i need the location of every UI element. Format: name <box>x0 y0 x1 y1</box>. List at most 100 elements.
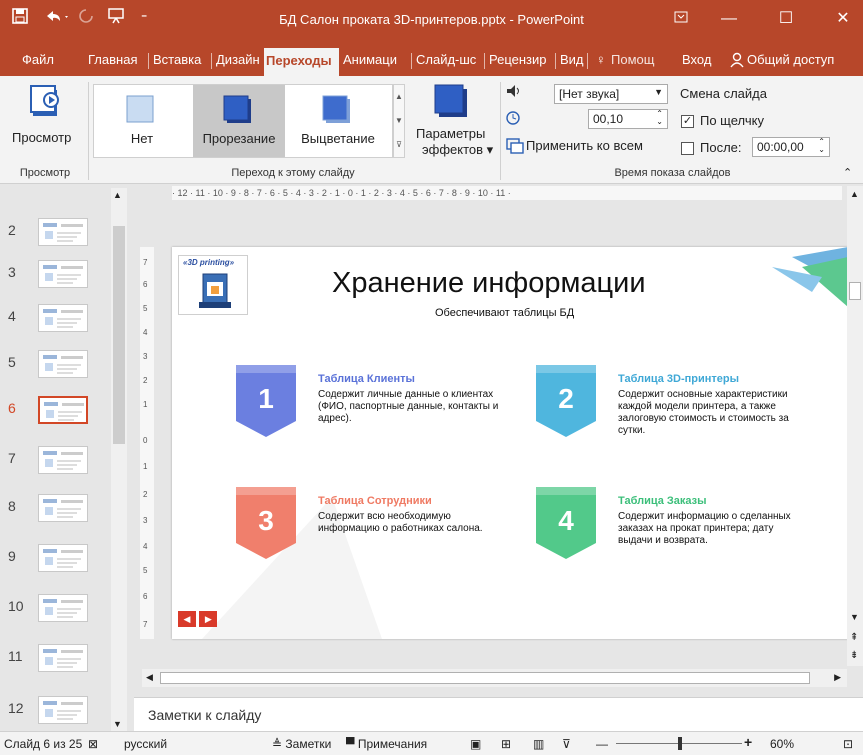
thumbnail-number: 9 <box>8 548 16 564</box>
tab-tell-me[interactable]: Помощ <box>609 49 656 71</box>
transition-fade[interactable]: Выцветание <box>292 85 384 157</box>
effect-options-button[interactable]: Параметры эффектов ▾ <box>412 80 496 166</box>
scroll-right-icon[interactable]: ▶ <box>834 672 841 683</box>
maximize-icon[interactable]: ☐ <box>766 6 806 32</box>
editor-scrollbar[interactable]: ▲ ▼ ⇞ ⇟ <box>847 186 863 666</box>
tab-home[interactable]: Главная <box>86 49 139 71</box>
notes-pane[interactable]: Заметки к слайду <box>134 697 863 731</box>
next-slide-arrow-icon[interactable]: ⇟ <box>850 650 858 661</box>
svg-text:7: 7 <box>143 258 148 267</box>
sound-select[interactable]: [Нет звука] ▼ <box>554 84 668 104</box>
tab-view[interactable]: Вид <box>558 49 586 71</box>
gallery-up-icon[interactable]: ▲ <box>394 85 404 109</box>
tab-transitions[interactable]: Переходы <box>264 48 339 76</box>
scrollbar-thumb[interactable] <box>160 672 810 684</box>
effect-options-label: Параметры <box>416 126 486 141</box>
thumbnail-number: 11 <box>8 648 23 664</box>
transition-none-icon <box>126 95 156 125</box>
apply-all-icon <box>506 138 524 157</box>
after-time-value: 00:00,00 <box>757 140 804 154</box>
fit-to-window-icon[interactable]: ⊡ <box>843 737 853 751</box>
prev-slide-icon[interactable]: ◀ <box>178 611 196 627</box>
slide-thumbnail[interactable] <box>38 350 88 378</box>
preview-button[interactable]: Просмотр <box>8 80 80 160</box>
transition-none[interactable]: Нет <box>96 85 188 157</box>
horizontal-scrollbar[interactable]: ◀ ▶ <box>142 669 847 687</box>
thumbnail-number: 2 <box>8 222 16 238</box>
slide-thumbnail[interactable] <box>38 544 88 572</box>
after-time-field[interactable]: 00:00,00 ⌃ ⌄ <box>752 137 830 157</box>
ribbon-display-options-icon[interactable] <box>661 6 701 32</box>
spellcheck-icon[interactable]: ⊠ <box>88 737 98 751</box>
language-indicator[interactable]: русский <box>124 737 167 751</box>
slide-thumbnail[interactable] <box>38 218 88 246</box>
apply-to-all-button[interactable]: Применить ко всем <box>506 136 692 158</box>
slide-thumbnail[interactable] <box>38 696 88 724</box>
comments-toggle[interactable]: ▀ Примечания <box>346 737 427 751</box>
thumbnail-number: 4 <box>8 308 16 324</box>
spinner-icon[interactable]: ⌃ ⌄ <box>656 110 663 126</box>
svg-text:4: 4 <box>143 542 148 551</box>
slide-thumbnail[interactable] <box>38 446 88 474</box>
lightbulb-icon[interactable]: ♀ <box>594 49 608 71</box>
minimize-icon[interactable]: — <box>709 6 749 32</box>
duration-field[interactable]: 00,10 ⌃ ⌄ <box>588 109 668 129</box>
comment-icon: ▀ <box>346 737 355 751</box>
zoom-in-icon[interactable]: + <box>744 734 752 750</box>
scrollbar-thumb[interactable] <box>849 282 861 300</box>
share-button[interactable]: Общий доступ <box>745 49 836 71</box>
gallery-more-icon[interactable]: ⊽ <box>394 133 404 157</box>
tab-design[interactable]: Дизайн <box>214 49 262 71</box>
transition-cut[interactable]: Прорезание <box>193 85 285 157</box>
current-slide[interactable]: «3D printing» Хранение информации Обеспе… <box>172 247 848 639</box>
spinner-icon[interactable]: ⌃ ⌄ <box>818 138 825 154</box>
scrollbar-thumb[interactable] <box>113 226 125 444</box>
collapse-ribbon-icon[interactable]: ⌃ <box>843 166 852 179</box>
gallery-down-icon[interactable]: ▼ <box>394 109 404 133</box>
scroll-up-icon[interactable]: ▲ <box>113 190 122 200</box>
svg-text:3: 3 <box>143 352 148 361</box>
next-slide-icon[interactable]: ▶ <box>199 611 218 627</box>
tab-insert[interactable]: Вставка <box>151 49 203 71</box>
slide-thumbnail[interactable] <box>38 304 88 332</box>
slide-thumbnail[interactable] <box>38 644 88 672</box>
thumbnail-number: 8 <box>8 498 16 514</box>
slide-thumbnail[interactable] <box>38 396 88 424</box>
tab-review[interactable]: Рецензир <box>487 49 549 71</box>
zoom-slider-handle[interactable] <box>678 737 682 750</box>
scroll-down-icon[interactable]: ▼ <box>850 612 859 622</box>
after-checkbox[interactable] <box>681 142 694 155</box>
svg-text:2: 2 <box>143 490 148 499</box>
tab-separator <box>587 53 588 69</box>
tab-animations[interactable]: Анимаци <box>341 49 399 71</box>
thumbnails-scrollbar[interactable]: ▲ ▼ <box>111 188 127 731</box>
reading-view-icon[interactable]: ▥ <box>533 737 544 751</box>
close-icon[interactable]: ✕ <box>823 6 863 32</box>
tab-file[interactable]: Файл <box>20 49 56 71</box>
on-click-checkbox[interactable]: ✓ <box>681 115 694 128</box>
zoom-level[interactable]: 60% <box>770 737 794 751</box>
transition-fade-icon <box>322 95 352 125</box>
sign-in-link[interactable]: Вход <box>680 49 713 71</box>
effect-options-label-2-text: эффектов <box>422 142 484 157</box>
slide-sorter-icon[interactable]: ⊞ <box>501 737 511 751</box>
notes-toggle[interactable]: ≜ Заметки <box>272 737 331 751</box>
scroll-down-icon[interactable]: ▼ <box>113 719 122 729</box>
gallery-scroll[interactable]: ▲ ▼ ⊽ <box>393 84 405 158</box>
scroll-left-icon[interactable]: ◀ <box>146 672 153 683</box>
slide-thumbnail[interactable] <box>38 260 88 288</box>
thumbnail-number: 12 <box>8 700 24 716</box>
zoom-out-icon[interactable]: — <box>596 737 608 751</box>
previous-slide-arrow-icon[interactable]: ⇞ <box>850 632 858 643</box>
thumbnail-number: 6 <box>8 400 16 416</box>
slideshow-icon[interactable]: ⊽ <box>562 737 571 751</box>
normal-view-icon[interactable]: ▣ <box>470 737 481 751</box>
status-bar: Слайд 6 из 25 ⊠ русский ≜ Заметки ▀ Прим… <box>0 731 863 755</box>
tab-separator <box>211 53 212 69</box>
scroll-up-icon[interactable]: ▲ <box>850 189 859 199</box>
slide-thumbnail[interactable] <box>38 494 88 522</box>
slide-thumbnail[interactable] <box>38 594 88 622</box>
thumbnail-number: 5 <box>8 354 16 370</box>
tab-slideshow[interactable]: Слайд-шс <box>414 49 478 71</box>
share-person-icon[interactable] <box>727 49 747 71</box>
